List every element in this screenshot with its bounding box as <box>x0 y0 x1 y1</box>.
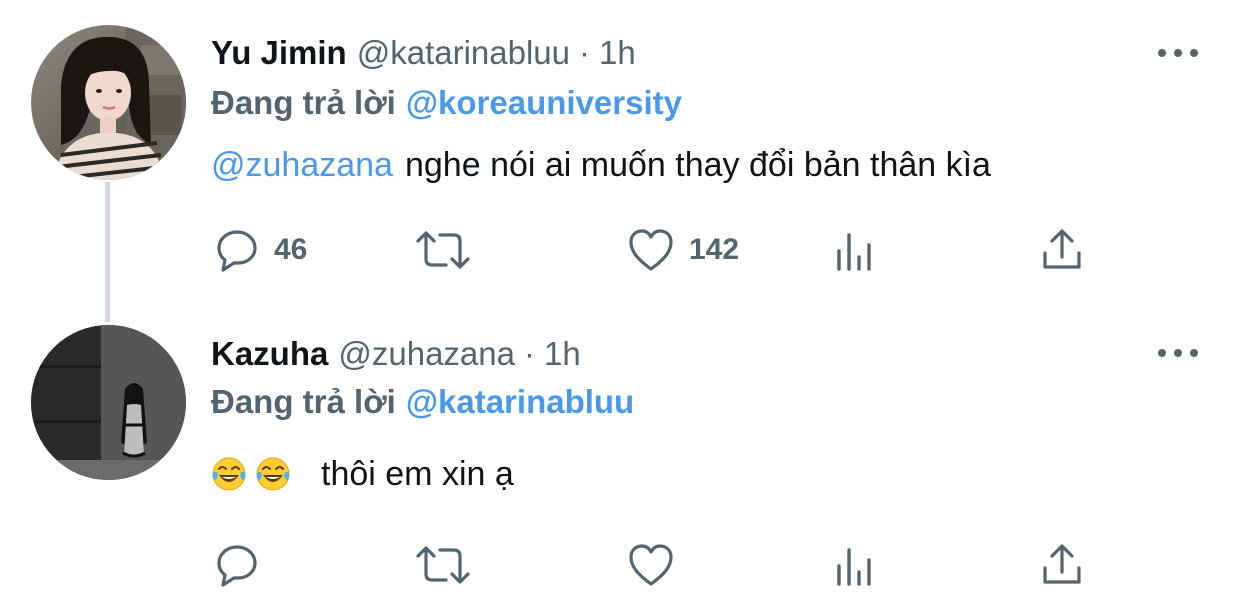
reply-button[interactable]: 46 <box>214 225 307 275</box>
retweet-button[interactable] <box>414 540 472 590</box>
more-options-button[interactable] <box>1156 41 1200 65</box>
reply-icon <box>214 542 260 588</box>
more-icon <box>1158 49 1166 57</box>
analytics-icon <box>834 227 878 273</box>
reply-count: 46 <box>274 233 308 266</box>
analytics-button[interactable] <box>834 225 878 275</box>
separator-dot: · <box>523 335 535 372</box>
author-handle[interactable]: @katarinabluu <box>357 34 570 72</box>
replying-to-mention[interactable]: @katarinabluu <box>406 383 634 421</box>
like-icon <box>627 542 675 588</box>
tweet-text-content: thôi em xin ạ <box>321 454 514 493</box>
replying-to-mention[interactable]: @koreauniversity <box>406 84 682 122</box>
like-button[interactable]: 142 <box>627 225 739 275</box>
replying-to-line: Đang trả lời @katarinabluu <box>211 379 634 425</box>
thread-connector-line <box>105 182 110 322</box>
more-icon-dot <box>1190 49 1198 57</box>
like-button[interactable] <box>627 540 675 590</box>
analytics-icon <box>834 542 878 588</box>
replying-to-line: Đang trả lời @koreauniversity <box>211 80 682 126</box>
tweet-text: @zuhazana nghe nói ai muốn thay đổi bản … <box>211 139 991 191</box>
text-mention[interactable]: @zuhazana <box>211 146 393 185</box>
retweet-button[interactable] <box>414 225 472 275</box>
face-with-tears-of-joy-icon <box>211 456 247 492</box>
analytics-button[interactable] <box>834 540 878 590</box>
reply-button[interactable] <box>214 540 260 590</box>
face-with-tears-of-joy-icon <box>255 456 291 492</box>
more-icon-dot <box>1174 49 1182 57</box>
separator-dot: · <box>579 34 591 71</box>
like-icon <box>627 227 675 273</box>
retweet-icon <box>414 227 472 273</box>
avatar-yu-jimin[interactable] <box>31 25 186 180</box>
author-name[interactable]: Kazuha <box>211 335 328 373</box>
reply-icon <box>214 227 260 273</box>
share-button[interactable] <box>1040 225 1084 275</box>
share-icon <box>1040 227 1084 273</box>
replying-prefix: Đang trả lời <box>211 84 396 121</box>
replying-prefix: Đang trả lời <box>211 383 396 420</box>
share-button[interactable] <box>1040 540 1084 590</box>
more-icon-dot <box>1190 349 1198 357</box>
like-count: 142 <box>689 233 740 266</box>
tweet-header: Kazuha @zuhazana · 1h <box>211 329 581 379</box>
more-icon-dot <box>1174 349 1182 357</box>
tweet-text: thôi em xin ạ <box>211 448 514 500</box>
avatar-kazuha[interactable] <box>31 325 186 480</box>
share-icon <box>1040 542 1084 588</box>
more-icon <box>1158 349 1166 357</box>
tweet-timestamp[interactable]: 1h <box>544 335 581 373</box>
tweet-timestamp[interactable]: 1h <box>599 34 636 72</box>
retweet-icon <box>414 542 472 588</box>
tweet-header: Yu Jimin @katarinabluu · 1h <box>211 28 636 78</box>
author-handle[interactable]: @zuhazana <box>338 335 515 373</box>
tweet-text-content: nghe nói ai muốn thay đổi bản thân kìa <box>404 145 991 184</box>
more-options-button[interactable] <box>1156 341 1200 365</box>
emoji-group <box>211 456 299 492</box>
author-name[interactable]: Yu Jimin <box>211 34 347 72</box>
